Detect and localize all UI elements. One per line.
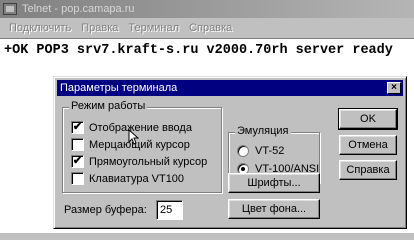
telnet-app-icon <box>3 3 17 15</box>
emulation-group-label: Эмуляция <box>235 125 291 137</box>
terminal-settings-dialog: Параметры терминала × Режим работы ✔ Ото… <box>53 76 407 229</box>
checkbox-block-cursor-label: Прямоугольный курсор <box>89 155 208 168</box>
buffer-size-input[interactable] <box>156 200 183 220</box>
checkbox-block-cursor-box[interactable]: ✔ <box>71 155 84 168</box>
fonts-button[interactable]: Шрифты... <box>228 173 320 193</box>
dialog-title-bar: Параметры терминала × <box>57 80 403 96</box>
menu-connect[interactable]: Подключить <box>4 22 76 34</box>
radio-vt52-button[interactable] <box>237 145 249 157</box>
checkbox-vt100-keyboard-label: Клавиатура VT100 <box>89 172 185 185</box>
menu-edit[interactable]: Правка <box>76 22 123 34</box>
checkbox-local-echo-box[interactable]: ✔ <box>71 121 84 134</box>
mouse-cursor-icon <box>128 129 139 145</box>
ok-button-label: OK <box>360 113 376 125</box>
terminal-output-line: +OK POP3 srv7.kraft-s.ru v2000.70rh serv… <box>4 43 393 58</box>
radio-vt52[interactable]: VT-52 <box>237 145 284 157</box>
radio-vt52-label: VT-52 <box>255 145 285 157</box>
checkbox-block-cursor[interactable]: ✔ Прямоугольный курсор <box>71 155 207 168</box>
dialog-title: Параметры терминала <box>60 82 178 94</box>
background-color-button[interactable]: Цвет фона... <box>228 199 320 219</box>
checkbox-vt100-keyboard[interactable]: Клавиатура VT100 <box>71 172 184 185</box>
help-button[interactable]: Справка <box>339 160 397 180</box>
checkbox-vt100-keyboard-box[interactable] <box>71 172 84 185</box>
cancel-button-label: Отмена <box>348 139 388 151</box>
mode-group: Режим работы ✔ Отображение ввода Мерцающ… <box>62 100 222 193</box>
telnet-title-bar: Telnet - pop.camapa.ru <box>0 0 414 18</box>
background-color-button-label: Цвет фона... <box>241 203 307 215</box>
checkbox-blinking-cursor-label: Мерцающий курсор <box>89 138 190 151</box>
checkbox-blinking-cursor-box[interactable] <box>71 138 84 151</box>
window-title: Telnet - pop.camapa.ru <box>22 3 135 15</box>
mode-group-label: Режим работы <box>69 100 148 112</box>
menu-bar: Подключить Правка Терминал Справка <box>0 18 414 38</box>
fonts-button-label: Шрифты... <box>247 177 301 189</box>
ok-button[interactable]: OK <box>338 108 398 130</box>
close-button[interactable]: × <box>387 82 401 94</box>
buffer-size-label: Размер буфера: <box>64 204 147 216</box>
menu-help[interactable]: Справка <box>184 22 237 34</box>
checkbox-local-echo-label: Отображение ввода <box>89 121 192 134</box>
close-icon: × <box>391 82 397 93</box>
menu-terminal[interactable]: Терминал <box>123 22 184 34</box>
help-button-label: Справка <box>346 164 390 176</box>
cancel-button[interactable]: Отмена <box>339 135 397 155</box>
